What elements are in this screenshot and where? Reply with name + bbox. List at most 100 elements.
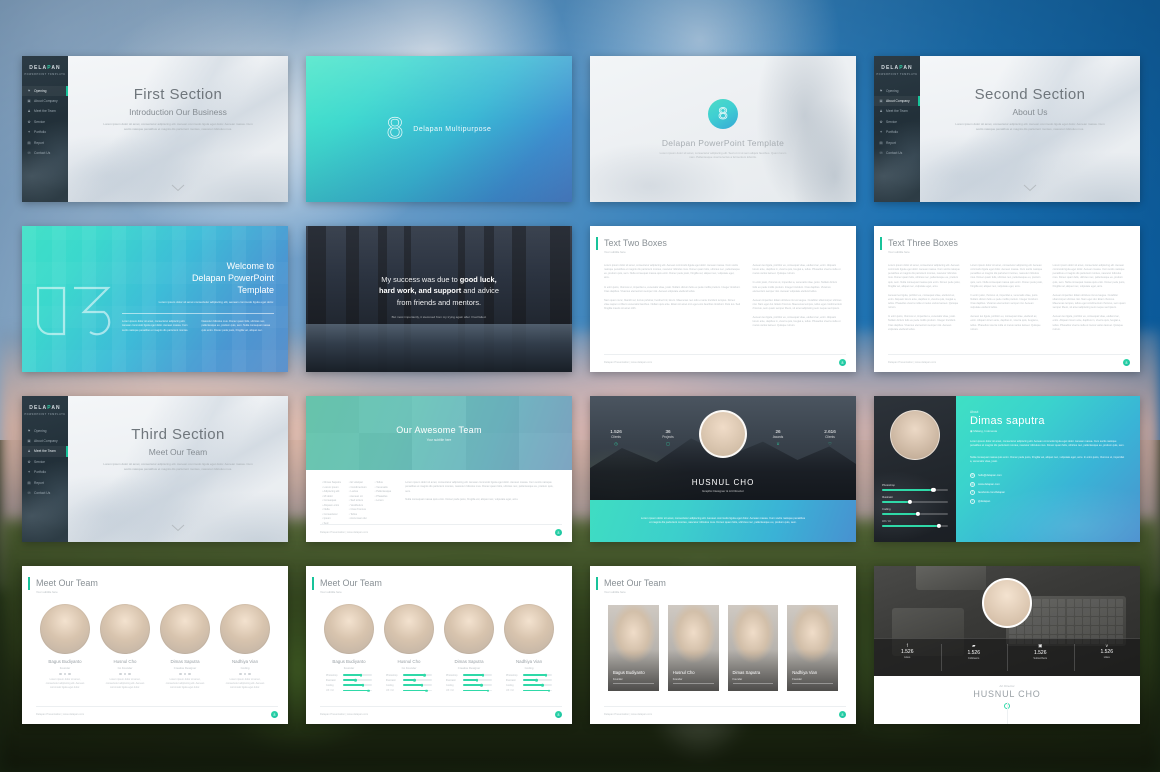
facebook-icon: f <box>970 490 975 496</box>
social-dots[interactable] <box>40 672 90 676</box>
sidebar-item-report[interactable]: ▤ Report <box>22 137 68 147</box>
chevron-down-icon[interactable] <box>1023 184 1037 192</box>
team-member-card[interactable]: Nadhiya Vian Coding Lorem ipsum dolor si… <box>220 604 270 690</box>
sidebar-item-about-company[interactable]: ▣ About Company <box>874 95 920 107</box>
slide-thumbnail-7[interactable]: Text Two Boxes Your subtitle here Lorem … <box>590 226 856 372</box>
sidebar-item-meet-the-team[interactable]: ♟ Meet the Team <box>22 446 68 458</box>
paragraph: Nam quam nunc, blandit vel, luctus pulvi… <box>604 298 741 310</box>
slide-thumbnail-14[interactable]: Meet Our Team Your subtitle here Bagus B… <box>306 566 572 724</box>
team-member-card[interactable]: Dimas Saputra Creative Designer Lorem ip… <box>160 604 210 690</box>
slide-thumbnail-2[interactable]: 8 Delapan Multipurpose <box>306 56 572 202</box>
sidebar-item-contact-us[interactable]: ✉ Contact Us <box>22 488 68 498</box>
footer-label: Delapan Presentation | www.delapan.com <box>888 361 937 364</box>
social-stat-youtube[interactable]: ▣ 1.526 Subscribers <box>1007 639 1074 676</box>
team-member-card[interactable]: Husnul Cho Co Founder Lorem ipsum dolor … <box>100 604 150 690</box>
slider-knob[interactable] <box>916 511 921 516</box>
social-dots[interactable] <box>100 672 150 676</box>
slide-thumbnail-6[interactable]: My success was due to good luck, hard wor… <box>306 226 572 372</box>
contact-item-email[interactable]: ✉ hello@delapan.com <box>970 473 1126 479</box>
slide-thumbnail-8[interactable]: Text Three Boxes Your subtitle here Lore… <box>874 226 1140 372</box>
slide-thumbnail-11[interactable]: 1.526 Clients ◷ 36 Projects ▢ 26 Awards … <box>590 396 856 542</box>
list-item: Accumsan dui <box>349 517 366 522</box>
sidebar-item-opening[interactable]: ⚑ Opening <box>874 86 920 96</box>
chevron-down-icon[interactable] <box>171 184 185 192</box>
slider-knob[interactable] <box>936 523 941 528</box>
skill-sliders: Photoshop Illustrator Coding UX / UI <box>882 484 948 532</box>
slide-thumbnail-4[interactable]: DELAPAN POWERPOINT TEMPLATE ⚑ Opening ▣ Ab… <box>874 56 1140 202</box>
slide-thumbnail-1[interactable]: DELAPAN POWERPOINT TEMPLATE ⚑ Opening ▣ Ab… <box>22 56 288 202</box>
sidebar-item-contact-us[interactable]: ✉ Contact Us <box>874 148 920 158</box>
slide-thumbnail-16[interactable]: f 1.526 Likes ▰ 1.526 Followers ▣ 1.526 … <box>874 566 1140 724</box>
slide-thumbnail-10[interactable]: Our Awesome Team Your subtitle here Dima… <box>306 396 572 542</box>
team-member-card[interactable]: Bagus Budiyanto Founder Lorem ipsum dolo… <box>40 604 90 690</box>
skill-label: UX / UI <box>326 689 334 693</box>
slider-knob[interactable] <box>931 488 936 493</box>
team-member-card[interactable]: Nadhiya Vian Coding Photoshop Illustrato… <box>504 604 554 694</box>
sidebar-item-portfolio[interactable]: ✦ Portfolio <box>22 127 68 137</box>
page-subtitle: Your subtitle here <box>426 437 452 442</box>
skill-slider[interactable]: Coding <box>882 508 948 516</box>
skill-slider[interactable]: Photoshop <box>882 484 948 493</box>
sidebar-item-portfolio[interactable]: ✦ Portfolio <box>874 127 920 137</box>
team-list-3: Tellus Venenatis Pellentesque Phasellus … <box>375 481 391 526</box>
contact-item-twitter[interactable]: t @delapan <box>970 498 1126 504</box>
team-photo-card[interactable]: Dimas Saputra Founder <box>727 605 779 691</box>
sidebar-item-service[interactable]: ✿ Service <box>874 117 920 127</box>
sidebar-item-contact-us[interactable]: ✉ Contact Us <box>22 148 68 158</box>
slide-thumbnail-15[interactable]: Meet Our Team Your subtitle here Bagus B… <box>590 566 856 724</box>
team-photo-card[interactable]: Bagus Budiyanto Founder <box>608 605 659 691</box>
social-dots[interactable] <box>160 672 210 676</box>
twitter-icon: t <box>970 498 975 504</box>
team-member-card[interactable]: Husnul Cho Co Founder Photoshop Illustra… <box>384 604 434 694</box>
sidebar-item-portfolio[interactable]: ✦ Portfolio <box>22 467 68 477</box>
social-stat-facebook[interactable]: f 1.526 Likes <box>874 639 941 676</box>
page-subtitle: Your subtitle here <box>604 250 626 254</box>
paragraph: Aenean leo ligula, porttitor eu, consequ… <box>888 293 959 310</box>
divider <box>1007 702 1008 724</box>
slider-knob[interactable] <box>907 499 912 505</box>
sidebar-item-opening[interactable]: ⚑ Opening <box>22 85 68 97</box>
sidebar-item-about-company[interactable]: ▣ About Company <box>22 96 68 106</box>
slide-thumbnail-grid: DELAPAN POWERPOINT TEMPLATE ⚑ Opening ▣ Ab… <box>22 56 1140 724</box>
sidebar-item-meet-the-team[interactable]: ♟ Meet the Team <box>874 106 920 116</box>
avatar <box>220 604 270 654</box>
social-stat-twitter[interactable]: ▰ 1.526 Followers <box>940 639 1008 676</box>
team-paragraphs: Lorem ipsum dolor sit amet, consectetur … <box>399 481 556 526</box>
slide-thumbnail-3[interactable]: 8 Delapan PowerPoint Template Lorem ipsu… <box>590 56 856 202</box>
sidebar-item-label: Service <box>886 119 897 124</box>
brand-logo: DELAPAN POWERPOINT TEMPLATE <box>874 56 920 76</box>
team-member-card[interactable]: Dimas Saputra Creative Designer Photosho… <box>444 604 494 694</box>
page-title: Meet Our Team <box>320 578 382 588</box>
profile-name: Dimas saputra <box>970 415 1045 427</box>
sidebar-item-service[interactable]: ✿ Service <box>22 117 68 127</box>
sidebar-item-opening[interactable]: ⚑ Opening <box>22 426 68 436</box>
sidebar-item-meet-the-team[interactable]: ♟ Meet the Team <box>22 106 68 116</box>
slide-thumbnail-12[interactable]: Photoshop Illustrator Coding UX / UI Abo… <box>874 396 1140 542</box>
slide-thumbnail-9[interactable]: DELAPAN POWERPOINT TEMPLATE ⚑ Opening ▣ Ab… <box>22 396 288 542</box>
contact-item-facebook[interactable]: f facebook.com/delapan <box>970 490 1126 496</box>
skill-slider[interactable]: Illustrator <box>882 496 948 505</box>
team-member-card[interactable]: Bagus Budiyanto Founder Photoshop Illust… <box>324 604 374 694</box>
sidebar-item-about-company[interactable]: ▣ About Company <box>22 436 68 446</box>
sidebar-item-label: About Company <box>34 439 58 444</box>
skill-slider[interactable]: UX / UI <box>882 520 948 528</box>
team-photo-card[interactable]: Nadhiya Vian Founder <box>787 605 838 691</box>
sidebar-item-report[interactable]: ▤ Report <box>874 137 920 147</box>
welcome-line-1: Welcome to <box>226 261 274 271</box>
member-role: Coding <box>524 665 534 670</box>
contact-item-website[interactable]: ◍ www.delapan.com <box>970 481 1126 487</box>
skill-label: UX / UI <box>882 520 891 524</box>
stat-value: 1.526 <box>967 650 980 656</box>
team-photo-card[interactable]: Husnul Cho Founder <box>667 605 719 691</box>
sidebar-item-service[interactable]: ✿ Service <box>22 457 68 467</box>
slide-thumbnail-5[interactable]: Welcome to Delapan PowerPoint Template L… <box>22 226 288 372</box>
sidebar-item-report[interactable]: ▤ Report <box>22 477 68 487</box>
sidebar-item-label: Report <box>34 480 44 485</box>
page-subtitle: Meet Our Team <box>148 447 208 457</box>
member-role: Founder <box>613 678 623 681</box>
sidebar-item-label: About Company <box>34 99 58 104</box>
social-dots[interactable] <box>220 672 270 676</box>
social-stat-vimeo[interactable]: v 1.526 Likes <box>1073 639 1141 676</box>
chevron-down-icon[interactable] <box>171 524 185 532</box>
slide-thumbnail-13[interactable]: Meet Our Team Your subtitle here Bagus B… <box>22 566 288 724</box>
